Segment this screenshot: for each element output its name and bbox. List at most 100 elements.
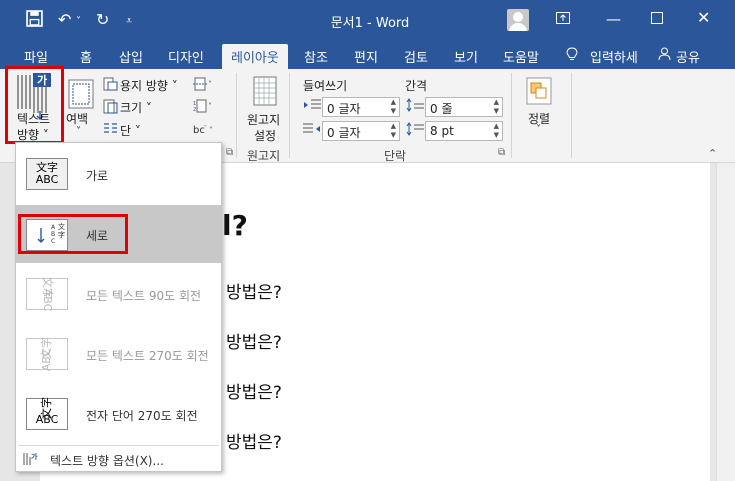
menu-item-label: 가로 [86, 169, 109, 183]
columns-button[interactable]: 단 ˅ [120, 122, 141, 139]
menu-item-text-direction-options[interactable]: 가 텍스트 방향 옵션(X)... [16, 447, 221, 471]
tab-layout[interactable]: 레이아웃 [222, 44, 288, 69]
margins-chevron-icon: ˅ [76, 126, 81, 137]
svg-text:2: 2 [193, 107, 196, 113]
manuscript-icon [253, 76, 277, 106]
size-icon [103, 99, 118, 117]
tab-home[interactable]: 홈 [80, 47, 92, 66]
indent-label: 들여쓰기 [303, 79, 348, 93]
menu-item-horizontal[interactable]: 文字 ABC 가로 [16, 145, 221, 203]
icon-line: ABC [35, 173, 59, 186]
manuscript-group-label: 원고지 [247, 149, 281, 163]
arrange-icon [526, 77, 552, 105]
hyphenation-icon[interactable]: bc - ˅ [193, 121, 217, 140]
ribbon-separator [571, 73, 572, 158]
manuscript-settings-label: 설정 [254, 129, 277, 143]
indent-right-input[interactable]: 0 글자 ▲ ▼ [322, 121, 400, 141]
tab-view[interactable]: 보기 [454, 47, 478, 66]
undo-icon[interactable]: ↶ [58, 10, 71, 29]
breaks-icon[interactable]: ˅ [193, 77, 215, 94]
icon-line: ABC [41, 288, 54, 312]
indent-right-icon [303, 122, 321, 139]
page-setup-launcher-icon[interactable]: ⧉ [226, 147, 233, 158]
menu-item-label: 모든 텍스트 270도 회전 [86, 349, 209, 363]
spacing-before-icon [406, 98, 424, 115]
horizontal-text-icon: 文字 ABC [26, 158, 68, 190]
svg-text:˅: ˅ [208, 80, 212, 89]
restore-icon[interactable] [651, 10, 663, 28]
lightbulb-icon [566, 47, 578, 66]
orientation-button[interactable]: 용지 방향 ˅ [120, 77, 178, 94]
menu-item-rotate-90: 文字 ABC 모든 텍스트 90도 회전 [16, 265, 221, 323]
ribbon-tabs: 파일 홈 삽입 디자인 레이아웃 참조 편지 검토 보기 도움말 입력하세 공유 [0, 42, 735, 69]
spin-arrows-icon[interactable]: ▲ ▼ [391, 98, 396, 116]
indent-left-value: 0 글자 [327, 102, 361, 116]
menu-item-label: 모든 텍스트 90도 회전 [86, 289, 202, 303]
svg-text:-: - [204, 122, 207, 130]
vertical-scrollbar[interactable] [716, 163, 735, 481]
margins-icon [68, 79, 94, 109]
arrange-chevron-icon: ˅ [536, 124, 541, 135]
ribbon-separator [289, 73, 290, 158]
tab-file[interactable]: 파일 [24, 47, 48, 66]
ribbon-separator [511, 73, 512, 158]
account-avatar[interactable] [507, 9, 529, 31]
menu-item-label: 텍스트 방향 옵션(X)... [50, 454, 164, 468]
ribbon-display-options-icon[interactable] [556, 10, 570, 28]
margins-button[interactable]: 여백 [66, 110, 88, 127]
tab-design[interactable]: 디자인 [168, 47, 204, 66]
tab-insert[interactable]: 삽입 [119, 47, 143, 66]
manuscript-button[interactable]: 원고지 [247, 111, 280, 128]
undo-dropdown-icon[interactable]: ˅ [76, 16, 81, 27]
spin-arrows-icon[interactable]: ▲ ▼ [494, 98, 499, 116]
tell-me-search[interactable]: 입력하세 [590, 47, 638, 66]
menu-item-full-width-rotate[interactable]: 文字 ABC 전자 단어 270도 회전 [16, 385, 221, 443]
icon-line: 文字 [40, 397, 53, 419]
spin-arrows-icon[interactable]: ▲ ▼ [494, 122, 499, 140]
ribbon-separator [236, 73, 237, 158]
minimize-icon[interactable]: — [606, 10, 621, 28]
paragraph-launcher-icon[interactable]: ⧉ [498, 147, 505, 158]
spacing-after-input[interactable]: 8 pt ▲ ▼ [425, 121, 503, 141]
save-icon[interactable] [26, 10, 43, 31]
redo-icon[interactable]: ↻ [96, 10, 109, 29]
orientation-icon [103, 77, 118, 94]
collapse-ribbon-icon[interactable]: ⌃ [708, 147, 717, 160]
document-line: 방법은? [226, 433, 282, 453]
icon-line: ABC [40, 348, 53, 372]
rotate-90-icon: 文字 ABC [26, 277, 68, 311]
spacing-before-value: 0 줄 [430, 102, 453, 116]
menu-item-rotate-270: 文字 ABC 모든 텍스트 270도 회전 [16, 325, 221, 383]
full-width-rotate-icon: 文字 ABC [26, 397, 68, 430]
svg-text:˅: ˅ [208, 102, 212, 111]
tab-review[interactable]: 검토 [404, 47, 428, 66]
indent-right-value: 0 글자 [327, 126, 361, 140]
line-numbers-icon[interactable]: 1 2 ˅ [193, 99, 215, 116]
document-line: 방법은? [226, 333, 282, 353]
tab-help[interactable]: 도움말 [503, 47, 539, 66]
document-heading: l? [222, 209, 248, 242]
paragraph-group-label: 단락 [384, 149, 407, 163]
spin-arrows-icon[interactable]: ▲ ▼ [391, 122, 396, 140]
customize-quick-access-icon[interactable]: ⩡ [126, 14, 132, 28]
spacing-after-value: 8 pt [430, 124, 454, 138]
close-icon[interactable]: ✕ [697, 8, 710, 27]
spacing-after-icon [406, 122, 424, 139]
svg-text:˅: ˅ [209, 126, 213, 135]
svg-text:가: 가 [31, 452, 38, 461]
document-line: 방법은? [226, 283, 282, 303]
tab-references[interactable]: 참조 [304, 47, 328, 66]
person-icon [658, 47, 671, 65]
spacing-label: 간격 [405, 79, 428, 93]
menu-separator [18, 445, 219, 446]
share-button[interactable]: 공유 [676, 47, 700, 66]
document-line: 방법은? [226, 383, 282, 403]
menu-item-label: 전자 단어 270도 회전 [86, 409, 198, 423]
indent-left-input[interactable]: 0 글자 ▲ ▼ [322, 97, 400, 117]
document-title: 문서1 - Word [330, 16, 410, 31]
size-button[interactable]: 크기 ˅ [120, 99, 152, 116]
indent-left-icon [303, 98, 321, 115]
tab-mailings[interactable]: 편지 [354, 47, 378, 66]
spacing-before-input[interactable]: 0 줄 ▲ ▼ [425, 97, 503, 117]
vertical-option-highlight [18, 214, 128, 254]
